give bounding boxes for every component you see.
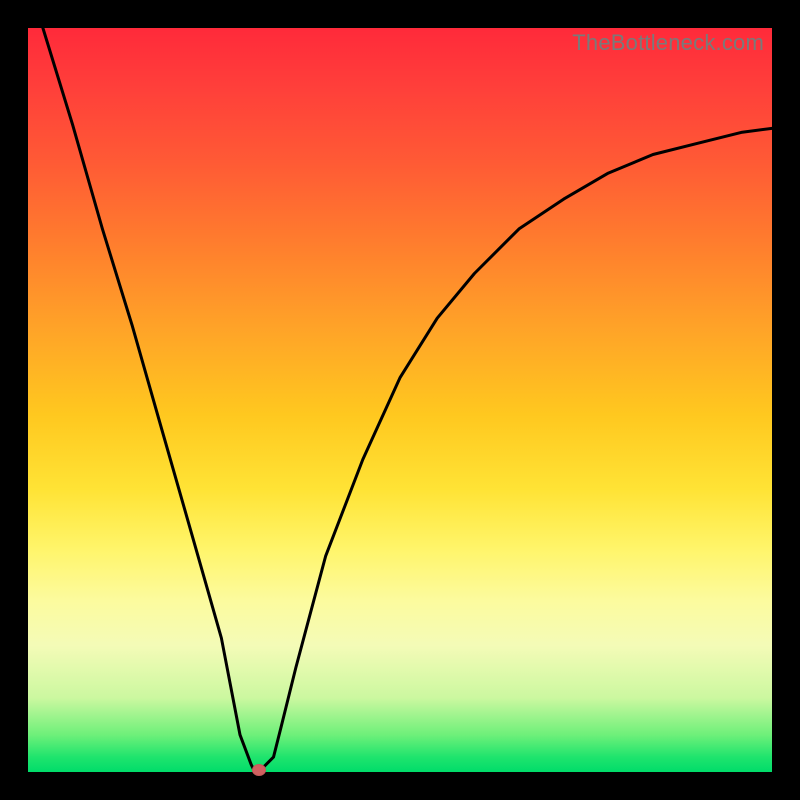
- chart-frame: TheBottleneck.com: [0, 0, 800, 800]
- bottleneck-curve-path: [43, 28, 772, 772]
- curve-svg: [28, 28, 772, 772]
- plot-area: TheBottleneck.com: [28, 28, 772, 772]
- min-marker-icon: [252, 764, 266, 776]
